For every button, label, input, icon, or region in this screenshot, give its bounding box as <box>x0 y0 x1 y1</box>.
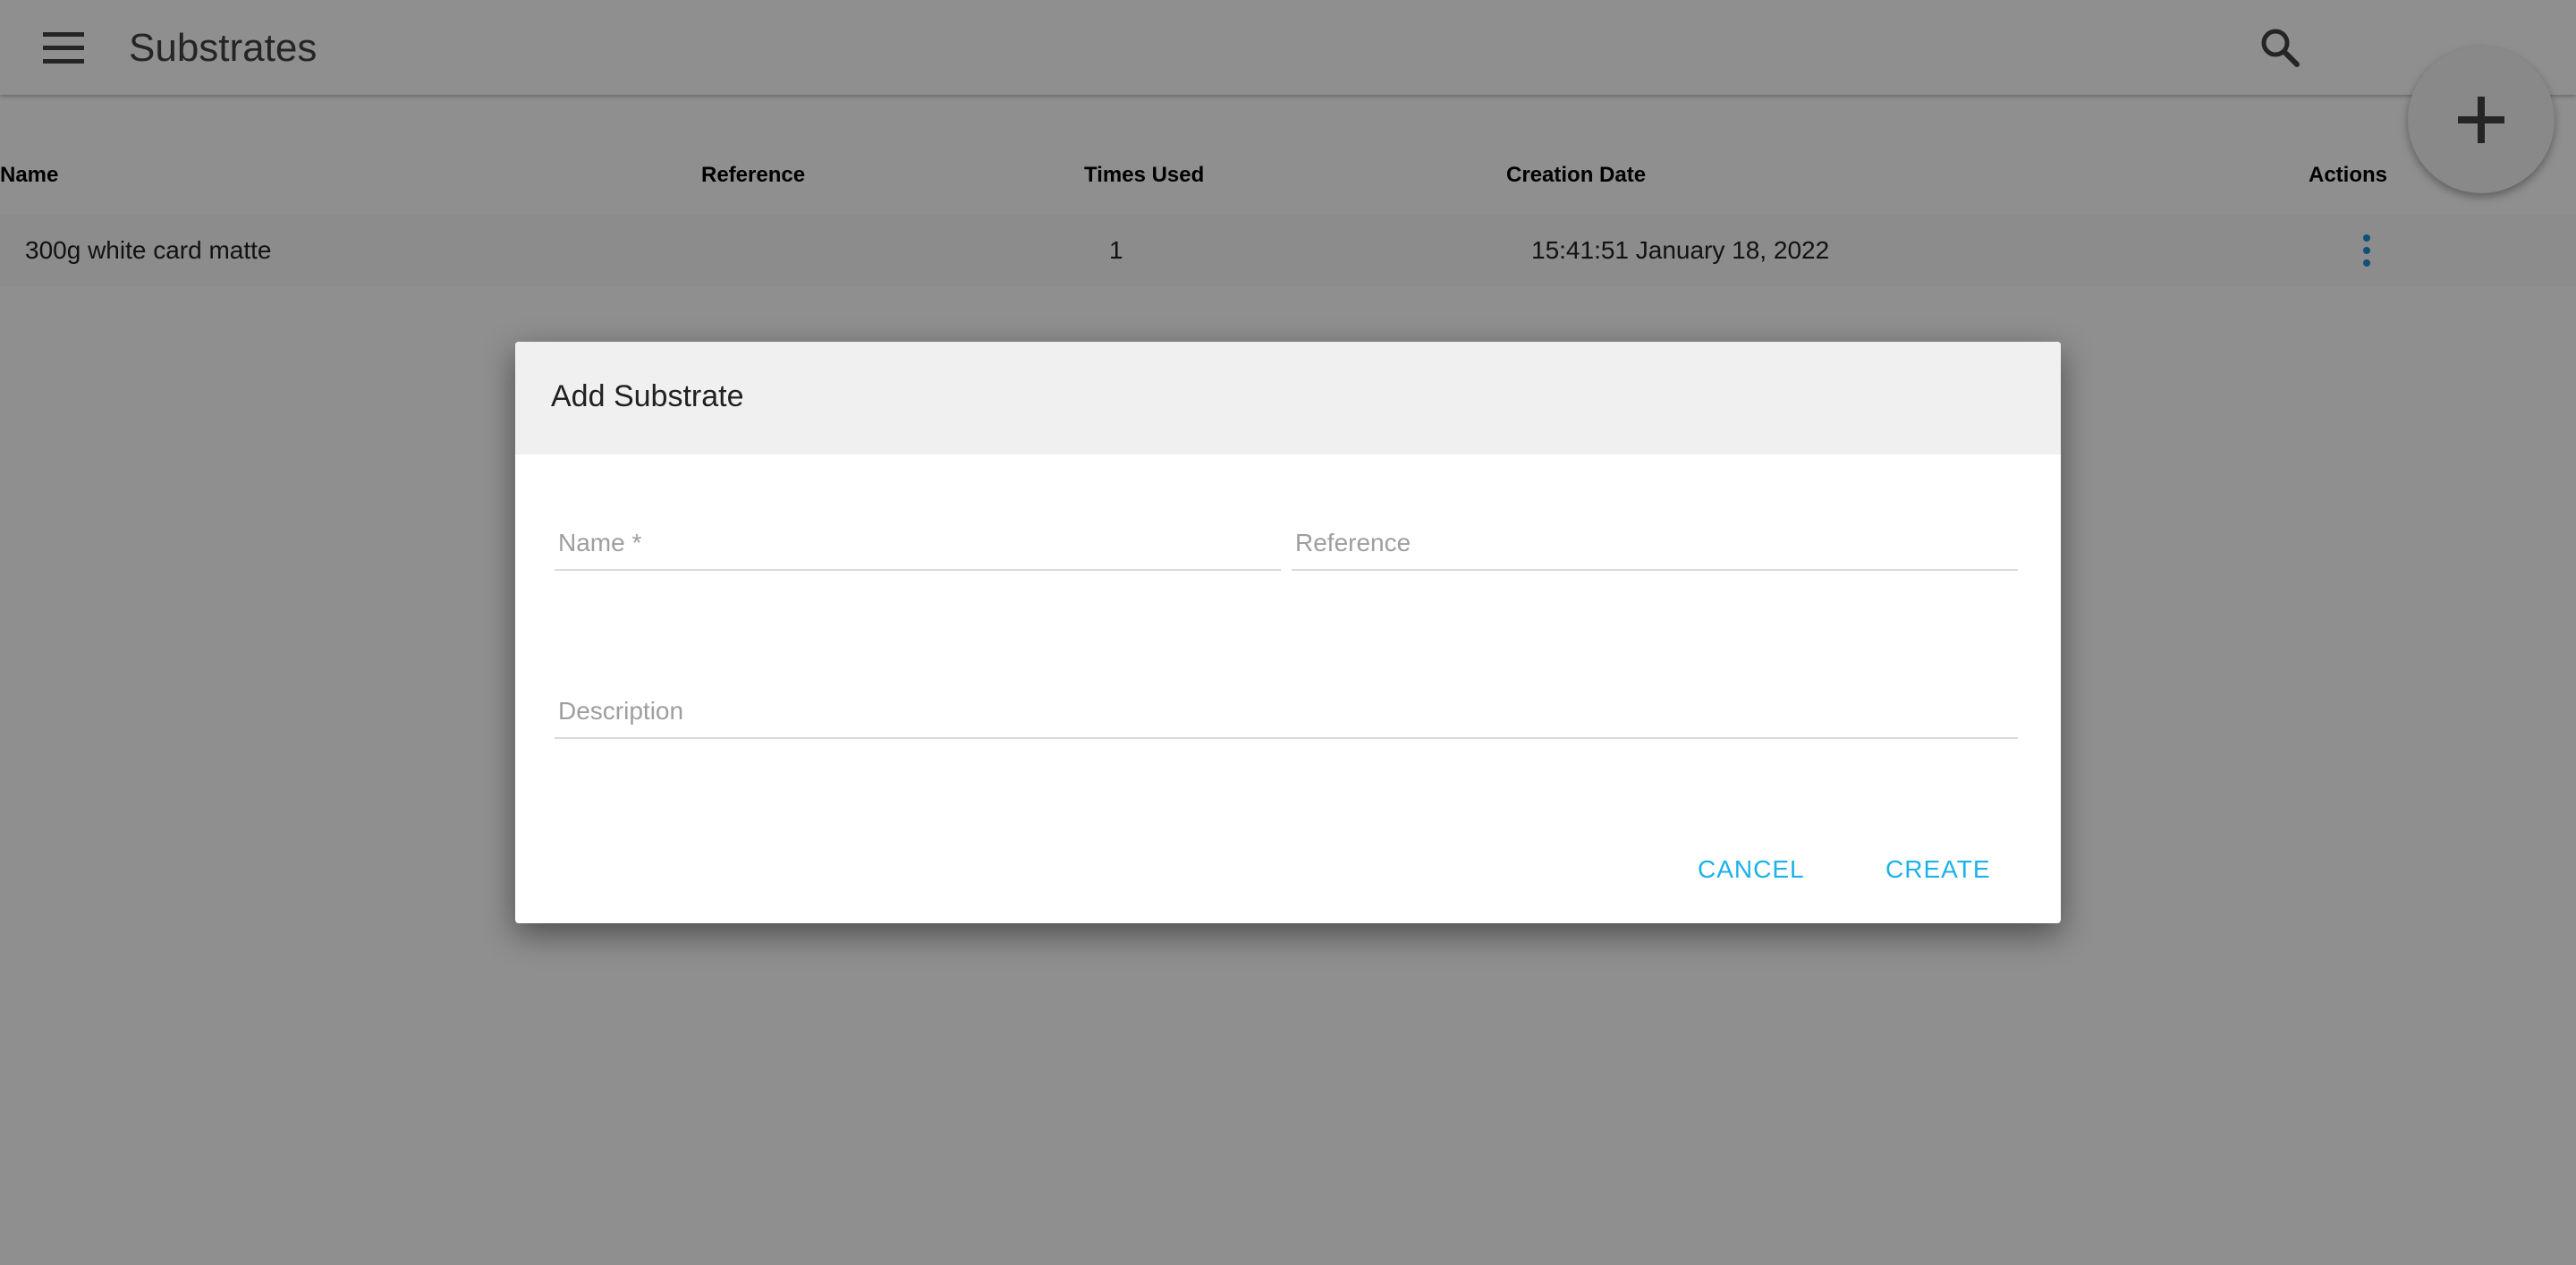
reference-input[interactable] <box>1292 517 2018 569</box>
description-input[interactable] <box>555 685 2018 737</box>
dialog-header: Add Substrate <box>515 342 2061 454</box>
cancel-button[interactable]: CANCEL <box>1683 848 1819 891</box>
reference-field[interactable] <box>1292 517 2018 571</box>
add-substrate-dialog: Add Substrate CANCEL CREATE <box>515 342 2061 923</box>
substrates-page: Substrates Name Reference Times Used Cre… <box>0 0 2576 1265</box>
create-button[interactable]: CREATE <box>1871 848 2005 891</box>
description-field[interactable] <box>555 685 2018 739</box>
name-field[interactable] <box>555 517 1281 571</box>
dialog-title: Add Substrate <box>551 379 744 413</box>
name-input[interactable] <box>555 517 1281 569</box>
